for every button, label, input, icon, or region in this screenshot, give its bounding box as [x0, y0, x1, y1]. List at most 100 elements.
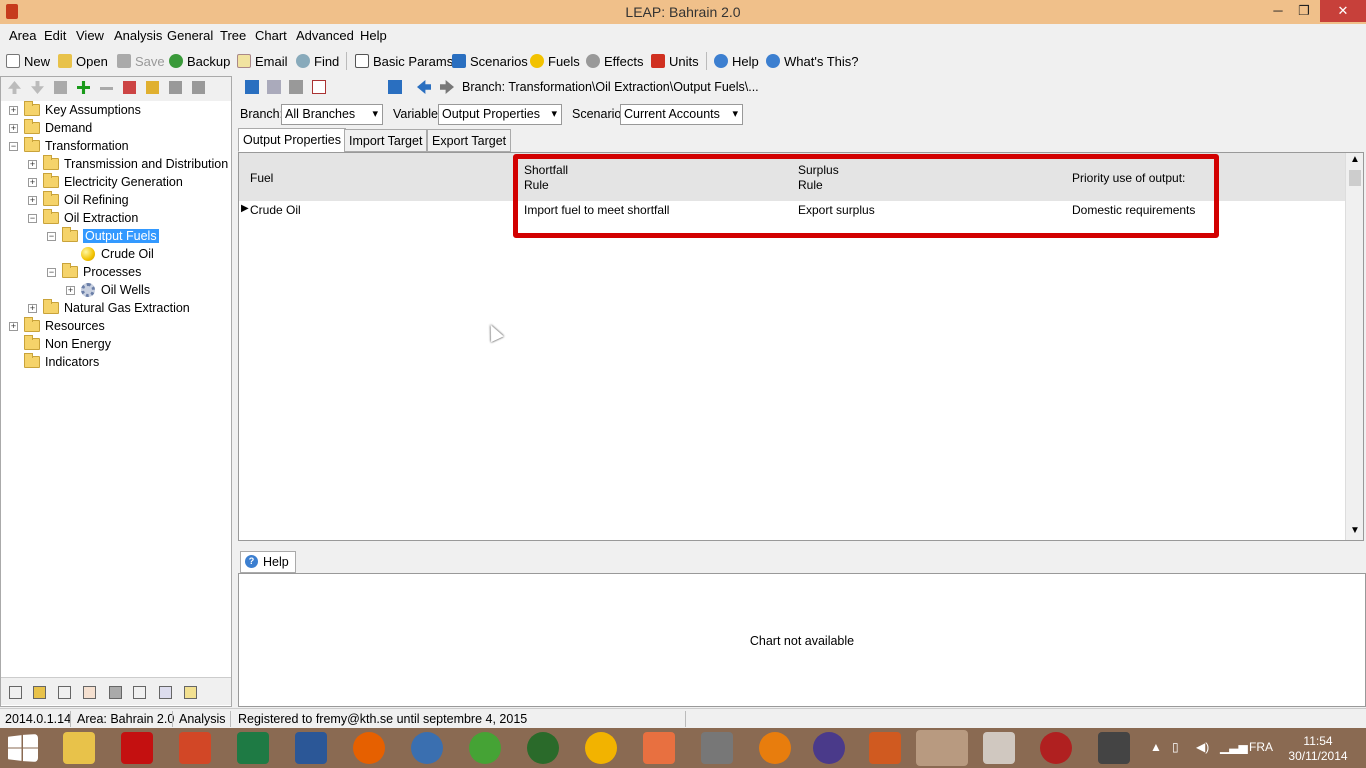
gimp-icon[interactable]	[701, 732, 733, 764]
excel-icon[interactable]	[237, 732, 269, 764]
print-icon[interactable]	[192, 81, 205, 94]
scroll-up-icon[interactable]: ▲	[1350, 154, 1360, 165]
globe-app-icon[interactable]	[527, 732, 559, 764]
back-arrow-icon[interactable]	[417, 80, 431, 94]
tray-device-icon[interactable]: ▯	[1172, 740, 1179, 754]
forward-arrow-icon[interactable]	[440, 80, 454, 94]
expand-toggle[interactable]: +	[28, 195, 37, 205]
cpp-app-icon[interactable]	[1040, 732, 1072, 764]
eclipse-icon[interactable]	[813, 732, 845, 764]
effects-button[interactable]: Effects	[586, 52, 644, 70]
tree-item-transformation[interactable]: − Transformation	[9, 137, 129, 155]
menu-help[interactable]: Help	[360, 28, 387, 43]
energy-balance-icon[interactable]	[58, 686, 71, 699]
tree-item-demand[interactable]: + Demand	[9, 119, 92, 137]
tree-item-indicators[interactable]: Indicators	[9, 353, 99, 371]
column-header-fuel[interactable]: Fuel	[250, 171, 273, 185]
remove-branch-icon[interactable]	[100, 87, 113, 90]
diagram-view-icon[interactable]	[184, 686, 197, 699]
font-larger-icon[interactable]	[343, 80, 357, 94]
fuels-button[interactable]: Fuels	[530, 52, 580, 70]
start-button-icon[interactable]	[8, 734, 38, 762]
grid-scrollbar[interactable]: ▲ ▼	[1345, 153, 1363, 540]
save-button[interactable]: Save	[117, 52, 165, 70]
backup-button[interactable]: Backup	[169, 52, 230, 70]
thunderbird-icon[interactable]	[411, 732, 443, 764]
menu-analysis[interactable]: Analysis	[114, 28, 162, 43]
overviews-icon[interactable]	[109, 686, 122, 699]
copy-icon[interactable]	[267, 80, 281, 94]
collapse-toggle[interactable]: −	[28, 213, 37, 223]
add-branch-icon[interactable]	[77, 81, 90, 94]
tree-properties-icon[interactable]	[123, 81, 136, 94]
paste-icon[interactable]	[289, 80, 303, 94]
help-tab[interactable]: ? Help	[240, 551, 296, 573]
volume-icon[interactable]: ◀)	[1196, 740, 1209, 754]
pin-icon[interactable]	[245, 80, 259, 94]
users-icon[interactable]	[388, 80, 402, 94]
tree-item-oil-refining[interactable]: + Oil Refining	[28, 191, 129, 209]
scenarios-button[interactable]: Scenarios	[452, 52, 528, 70]
tree-item-processes[interactable]: − Processes	[47, 263, 141, 281]
scroll-thumb[interactable]	[1349, 170, 1361, 186]
expand-toggle[interactable]: +	[66, 285, 75, 295]
tree-item-oil-extraction[interactable]: − Oil Extraction	[28, 209, 138, 227]
export-icon[interactable]	[312, 80, 326, 94]
scroll-down-icon[interactable]: ▼	[1350, 525, 1360, 536]
utorrent-icon[interactable]	[469, 732, 501, 764]
network-icon[interactable]: ▁▃▅	[1220, 740, 1248, 754]
basic-params-button[interactable]: Basic Params	[355, 52, 453, 70]
analysis-view-icon[interactable]	[9, 686, 22, 699]
expand-toggle[interactable]: +	[28, 159, 37, 169]
new-button[interactable]: New	[6, 52, 50, 70]
vlc-like-app-icon[interactable]	[585, 732, 617, 764]
help-button[interactable]: Help	[714, 52, 759, 70]
maximize-button[interactable]: ❐	[1290, 0, 1318, 22]
menu-view[interactable]: View	[76, 28, 104, 43]
find-button[interactable]: Find	[296, 52, 339, 70]
blender-icon[interactable]	[759, 732, 791, 764]
expand-toggle[interactable]: +	[9, 105, 18, 115]
units-button[interactable]: Units	[651, 52, 699, 70]
menu-area[interactable]: Area	[9, 28, 36, 43]
email-button[interactable]: Email	[237, 52, 288, 70]
expand-toggle[interactable]: +	[28, 303, 37, 313]
tree-item-crude-oil[interactable]: Crude Oil	[66, 245, 154, 263]
menu-general[interactable]: General	[167, 28, 213, 43]
open-button[interactable]: Open	[58, 52, 108, 70]
menu-edit[interactable]: Edit	[44, 28, 66, 43]
tree-item-output-fuels[interactable]: − Output Fuels	[47, 227, 159, 245]
word-icon[interactable]	[295, 732, 327, 764]
notes-view-icon[interactable]	[159, 686, 172, 699]
tree-item-oil-wells[interactable]: + Oil Wells	[66, 281, 150, 299]
menu-advanced[interactable]: Advanced	[296, 28, 354, 43]
tree-item-electricity-generation[interactable]: + Electricity Generation	[28, 173, 183, 191]
close-button[interactable]: ✕	[1320, 0, 1366, 22]
leap-taskbar-icon[interactable]	[916, 730, 968, 766]
tree-item-non-energy[interactable]: Non Energy	[9, 335, 111, 353]
tree-item-natural-gas-extraction[interactable]: + Natural Gas Extraction	[28, 299, 190, 317]
tree-item-resources[interactable]: + Resources	[9, 317, 105, 335]
collapse-toggle[interactable]: −	[9, 141, 18, 151]
file-explorer-icon[interactable]	[63, 732, 95, 764]
collapse-toggle[interactable]: −	[47, 231, 56, 241]
tree-item-key-assumptions[interactable]: + Key Assumptions	[9, 101, 141, 119]
move-up-icon[interactable]	[8, 81, 21, 94]
system-clock[interactable]: 11:54 30/11/2014	[1286, 734, 1350, 764]
whats-this-button[interactable]: What's This?	[766, 52, 859, 70]
expand-toggle[interactable]: +	[28, 177, 37, 187]
ees-icon[interactable]	[983, 732, 1015, 764]
powerpoint-icon[interactable]	[179, 732, 211, 764]
cell-fuel[interactable]: Crude Oil	[250, 203, 301, 217]
lock-icon[interactable]	[146, 81, 159, 94]
desktop-app-icon[interactable]	[1098, 732, 1130, 764]
font-smaller-icon[interactable]	[366, 80, 380, 94]
move-down-icon[interactable]	[31, 81, 44, 94]
tab-import-target[interactable]: Import Target	[344, 129, 428, 152]
branch-select[interactable]: All Branches	[281, 104, 383, 125]
minimize-button[interactable]: ─	[1264, 0, 1292, 22]
matlab-icon[interactable]	[869, 732, 901, 764]
expand-toggle[interactable]: +	[9, 321, 18, 331]
menu-tree[interactable]: Tree	[220, 28, 246, 43]
acrobat-icon[interactable]	[121, 732, 153, 764]
